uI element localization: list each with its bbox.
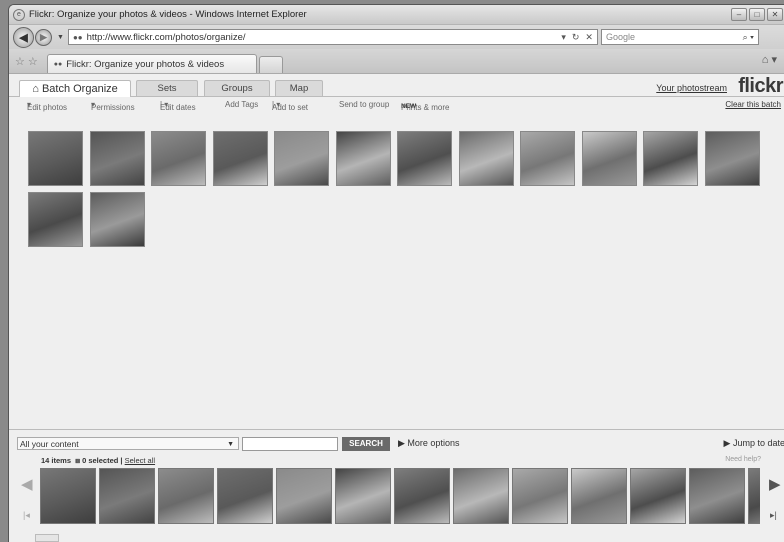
tab-groups[interactable]: Groups bbox=[204, 80, 270, 96]
selection-count: 14 items ⧈ 0 selected | Select all bbox=[41, 456, 156, 465]
strip-photo-thumbnail[interactable] bbox=[158, 468, 214, 524]
flickr-organizr: ⌂ Batch Organize Sets Groups Map Your ph… bbox=[9, 74, 784, 542]
strip-photo-thumbnail[interactable] bbox=[453, 468, 509, 524]
clear-batch-link[interactable]: Clear this batch bbox=[725, 100, 781, 109]
tab-label: Batch Organize bbox=[41, 83, 118, 95]
close-icon[interactable]: ✕ bbox=[767, 8, 783, 21]
batch-photo-thumbnail[interactable] bbox=[151, 131, 206, 186]
batch-photo-thumbnail[interactable] bbox=[520, 131, 575, 186]
filter-value: All your content bbox=[20, 439, 79, 449]
maximize-icon[interactable]: □ bbox=[749, 8, 765, 21]
history-dropdown-icon[interactable]: ▼ bbox=[57, 34, 64, 41]
strip-photo-thumbnail[interactable] bbox=[394, 468, 450, 524]
batch-photo-thumbnail[interactable] bbox=[704, 131, 760, 186]
add-to-set-menu[interactable]: Add to set | ▾ bbox=[272, 100, 308, 112]
strip-photo-thumbnail[interactable] bbox=[571, 468, 627, 524]
photostream-link[interactable]: Your photostream bbox=[656, 83, 727, 93]
batch-toolbar: Edit photos ▾ Permissions ▾ Edit dates |… bbox=[9, 97, 784, 112]
send-to-group-menu[interactable]: Send to group bbox=[339, 100, 389, 109]
search-button[interactable]: SEARCH bbox=[342, 437, 390, 451]
add-tags-menu[interactable]: Add Tags bbox=[225, 100, 258, 109]
tab-title: Flickr: Organize your photos & videos bbox=[66, 58, 225, 70]
strip-last-icon[interactable]: ▸| bbox=[770, 510, 777, 521]
strip-first-icon[interactable]: |◂ bbox=[23, 510, 30, 521]
search-row: All your content ▼ SEARCH ▶ More options… bbox=[9, 436, 784, 454]
back-button[interactable]: ◀ bbox=[13, 26, 34, 48]
browser-window: e Flickr: Organize your photos & videos … bbox=[8, 4, 784, 542]
home-icon[interactable]: ⌂ ▾ bbox=[762, 53, 777, 66]
forward-button[interactable]: ▶ bbox=[35, 28, 52, 46]
prints-label: Prints & more bbox=[401, 103, 450, 112]
ie-logo-icon: e bbox=[13, 8, 25, 21]
jump-to-date-link[interactable]: ▶ Jump to date bbox=[724, 438, 784, 449]
tab-map[interactable]: Map bbox=[275, 80, 323, 96]
batch-photo-thumbnail[interactable] bbox=[458, 131, 514, 186]
search-input[interactable] bbox=[242, 437, 338, 451]
strip-photo-thumbnail[interactable] bbox=[512, 468, 568, 524]
address-row: ◀ ▶ ▼ ●● http://www.flickr.com/photos/or… bbox=[9, 25, 784, 49]
chevron-down-icon: ▼ bbox=[227, 441, 234, 448]
batch-photo-thumbnail[interactable] bbox=[28, 131, 83, 186]
address-url: http://www.flickr.com/photos/organize/ bbox=[86, 31, 246, 43]
browser-tab-row: ☆ ☆ ●● Flickr: Organize your photos & vi… bbox=[9, 49, 784, 74]
strip-next-arrow-icon[interactable]: ▶ bbox=[769, 475, 781, 493]
add-favorites-icon[interactable]: ☆ bbox=[28, 55, 38, 68]
strip-photo-thumbnail[interactable] bbox=[335, 468, 391, 524]
tab-batch-organize[interactable]: ⌂ Batch Organize bbox=[19, 80, 131, 97]
batch-photo-thumbnail[interactable] bbox=[89, 192, 145, 247]
tab-label: Groups bbox=[221, 83, 253, 94]
batch-photo-thumbnail[interactable] bbox=[335, 131, 391, 186]
edit-dates-menu[interactable]: Edit dates | ▾ bbox=[160, 100, 196, 112]
strip-photo-thumbnail[interactable] bbox=[276, 468, 332, 524]
window-title: Flickr: Organize your photos & videos - … bbox=[29, 9, 307, 20]
refresh-icon[interactable]: ↻ bbox=[572, 32, 580, 43]
tab-label: Sets bbox=[157, 83, 177, 94]
stop-icon[interactable]: ✕ bbox=[585, 32, 593, 43]
tab-label: Map bbox=[289, 83, 309, 94]
search-icon[interactable]: ⌕ ▾ bbox=[743, 32, 754, 43]
need-help-link[interactable]: Need help? bbox=[725, 456, 761, 463]
flickr-logo: flickr bbox=[738, 75, 783, 97]
content-filter-select[interactable]: All your content ▼ bbox=[17, 437, 239, 450]
batch-photo-thumbnail[interactable] bbox=[397, 131, 452, 186]
permissions-menu[interactable]: Permissions ▾ bbox=[91, 100, 135, 112]
batch-photo-thumbnail[interactable] bbox=[89, 131, 145, 186]
strip-photo-thumbnail[interactable] bbox=[689, 468, 745, 524]
more-options-link[interactable]: ▶ More options bbox=[398, 438, 459, 449]
batch-photo-thumbnail[interactable] bbox=[581, 131, 637, 186]
item-count: 14 items bbox=[41, 456, 72, 465]
strip-prev-arrow-icon[interactable]: ◀ bbox=[21, 475, 33, 493]
address-dropdown-icon[interactable]: ▾ bbox=[561, 32, 566, 43]
browser-tab[interactable]: ●● Flickr: Organize your photos & videos bbox=[46, 54, 257, 73]
edit-photos-menu[interactable]: Edit photos ▾ bbox=[27, 100, 67, 112]
favicon-icon: ●● bbox=[72, 32, 83, 42]
strip-photo-thumbnail[interactable] bbox=[630, 468, 686, 524]
house-icon: ⌂ bbox=[32, 83, 42, 95]
minimize-icon[interactable]: – bbox=[731, 8, 747, 21]
strip-photo-thumbnail[interactable] bbox=[99, 468, 155, 524]
batch-photo-thumbnail[interactable] bbox=[274, 131, 329, 186]
tab-favicon-icon: ●● bbox=[53, 60, 63, 68]
tab-sets[interactable]: Sets bbox=[136, 80, 198, 96]
batch-photo-thumbnail[interactable] bbox=[212, 131, 268, 186]
photo-strip bbox=[40, 468, 760, 526]
strip-photo-thumbnail[interactable] bbox=[40, 468, 96, 524]
title-bar: e Flickr: Organize your photos & videos … bbox=[9, 5, 784, 25]
new-tab-button[interactable] bbox=[258, 56, 283, 73]
select-all-link[interactable]: Select all bbox=[125, 456, 155, 465]
strip-photo-thumbnail[interactable] bbox=[217, 468, 273, 524]
address-bar[interactable]: ●● http://www.flickr.com/photos/organize… bbox=[67, 29, 598, 45]
batch-photo-thumbnail[interactable] bbox=[643, 131, 698, 186]
organizr-tabs: ⌂ Batch Organize Sets Groups Map Your ph… bbox=[9, 74, 784, 97]
selected-count: 0 selected bbox=[82, 456, 119, 465]
panel-divider[interactable] bbox=[9, 429, 784, 430]
batch-photo-thumbnail[interactable] bbox=[28, 192, 83, 247]
search-placeholder: Google bbox=[605, 32, 635, 42]
favorites-star-icon[interactable]: ☆ bbox=[15, 55, 25, 68]
strip-photo-thumbnail[interactable] bbox=[748, 468, 760, 524]
search-box[interactable]: Google ⌕ ▾ bbox=[600, 29, 759, 45]
